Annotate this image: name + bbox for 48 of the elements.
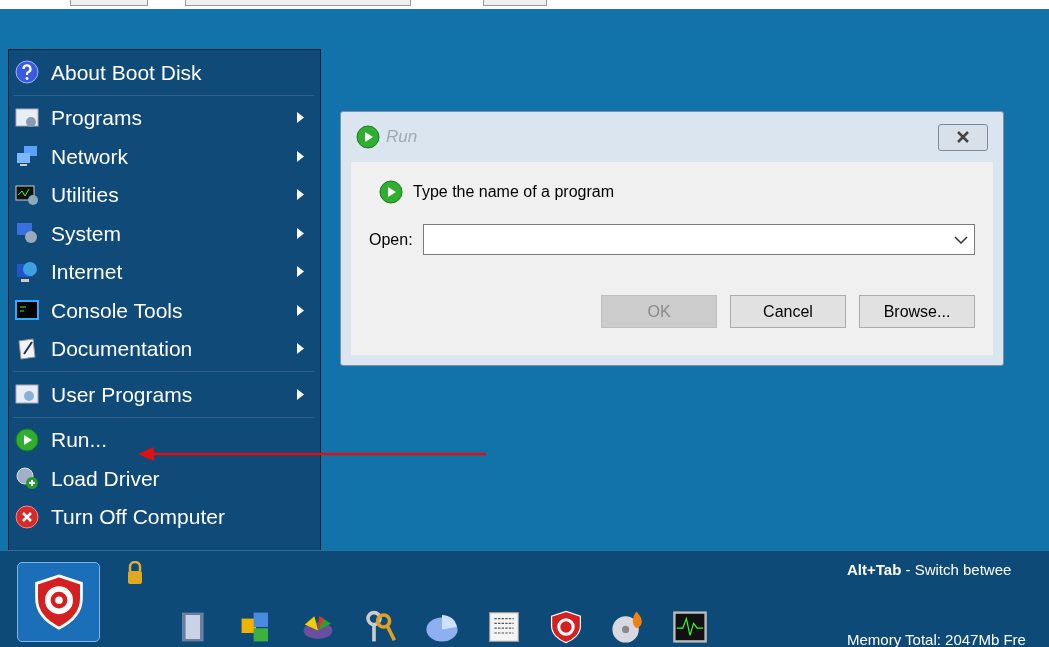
submenu-arrow-icon <box>297 227 304 239</box>
menu-item[interactable]: Utilities <box>13 175 314 214</box>
play-icon <box>379 180 403 204</box>
play-icon <box>356 125 380 149</box>
close-icon <box>955 131 971 143</box>
hotkey-label: Alt+Tab <box>847 560 902 580</box>
close-button[interactable] <box>938 123 988 151</box>
submenu-arrow-icon <box>297 150 304 162</box>
menu-item[interactable]: Load Driver <box>13 459 314 498</box>
computers-icon <box>15 144 39 169</box>
prompt-text: Type the name of a program <box>413 182 614 202</box>
menu-item[interactable]: Run... <box>13 420 314 459</box>
dialog-button[interactable]: Browse... <box>859 295 975 328</box>
submenu-arrow-icon <box>297 266 304 278</box>
menu-item[interactable]: Internet <box>13 252 314 291</box>
toolbar-field[interactable] <box>70 0 148 6</box>
toolbar-field[interactable] <box>483 0 547 6</box>
close-icon <box>15 504 39 529</box>
menu-item[interactable]: Turn Off Computer <box>13 497 314 536</box>
open-combobox[interactable] <box>422 224 975 255</box>
menu-item[interactable]: Documentation <box>13 329 314 368</box>
menu-item[interactable]: Programs <box>13 98 314 137</box>
padlock-icon[interactable] <box>126 561 144 585</box>
submenu-arrow-icon <box>297 189 304 201</box>
waveform-monitor-icon[interactable] <box>672 609 708 645</box>
menu-item[interactable]: Console Tools <box>13 291 314 330</box>
terminal-icon <box>15 298 39 323</box>
menu-item[interactable]: System <box>13 214 314 253</box>
menu-item[interactable]: About Boot Disk <box>13 53 314 92</box>
toolbar-field[interactable] <box>185 0 411 6</box>
notepad-pen-icon <box>15 336 39 361</box>
memory-status: Memory Total: 2047Mb Fre <box>847 629 1026 647</box>
menu-item[interactable]: User Programs <box>13 375 314 414</box>
submenu-arrow-icon <box>297 388 304 400</box>
submenu-arrow-icon <box>297 304 304 316</box>
dropdown-caret-icon <box>954 235 968 244</box>
window-title: Run <box>386 126 419 149</box>
menu-item[interactable]: Network <box>13 137 314 176</box>
submenu-arrow-icon <box>297 112 304 124</box>
dialog-button[interactable]: Cancel <box>730 295 846 328</box>
start-button[interactable] <box>17 562 100 642</box>
barcode-grid-icon[interactable] <box>486 609 522 645</box>
help-icon <box>15 60 39 85</box>
hotkey-hint: - Switch betwee <box>904 560 1012 580</box>
globe-monitor-icon <box>15 259 39 284</box>
play-icon <box>15 427 39 452</box>
open-label: Open: <box>369 229 413 250</box>
submenu-arrow-icon <box>297 343 304 355</box>
